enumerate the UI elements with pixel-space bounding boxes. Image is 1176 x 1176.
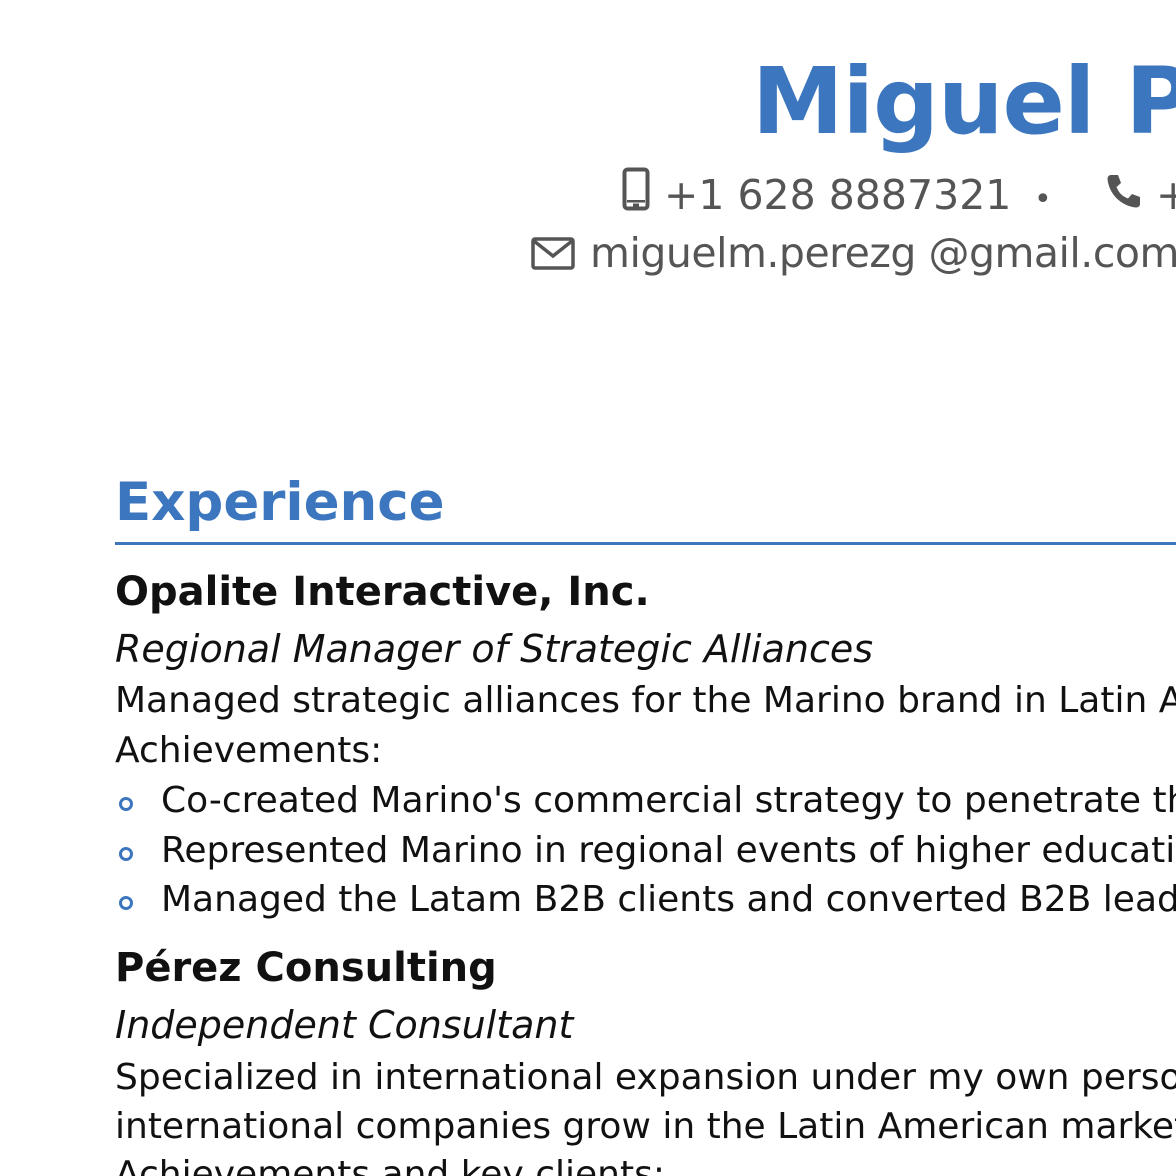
list-item: Represented Marino in regional events of…: [161, 830, 1176, 871]
achievements-label: Achievements and key clients:: [115, 1154, 665, 1176]
phone-number-partial: +: [1156, 171, 1176, 219]
envelope-icon: [531, 237, 575, 270]
email-address: miguelm.perezg @gmail.com: [590, 229, 1176, 277]
list-bullet-icon: [119, 847, 133, 861]
list-item: Managed the Latam B2B clients and conver…: [161, 879, 1176, 920]
mobile-phone-icon: [622, 167, 650, 211]
company-name: Pérez Consulting: [115, 945, 497, 991]
candidate-name: Miguel P: [752, 48, 1176, 155]
phone-icon: [1105, 172, 1143, 210]
list-item: Co-created Marino's commercial strategy …: [161, 780, 1176, 821]
company-name: Opalite Interactive, Inc.: [115, 569, 650, 615]
job-description: Specialized in international expansion u…: [115, 1057, 1176, 1098]
job-title: Independent Consultant: [115, 1003, 574, 1047]
list-bullet-icon: [119, 797, 133, 811]
job-description: Managed strategic alliances for the Mari…: [115, 680, 1176, 721]
contact-separator: •: [1034, 182, 1052, 217]
mobile-phone-number: +1 628 8887321: [664, 171, 1012, 219]
list-bullet-icon: [119, 896, 133, 910]
achievements-label: Achievements:: [115, 730, 383, 771]
job-description: international companies grow in the Lati…: [115, 1106, 1176, 1147]
job-title: Regional Manager of Strategic Alliances: [115, 627, 874, 671]
section-title-experience: Experience: [115, 472, 445, 533]
section-divider: [115, 542, 1176, 545]
